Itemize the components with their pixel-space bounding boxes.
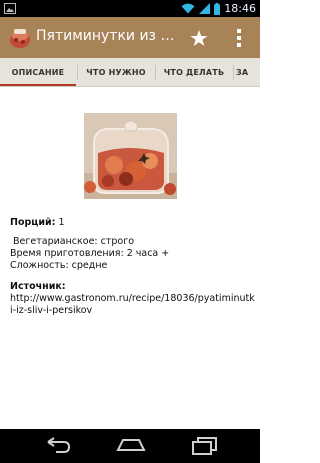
portions-value: 1 [58, 217, 65, 228]
battery-icon [214, 2, 221, 15]
portions-label: Порций: [10, 217, 56, 228]
status-time: 18:46 [224, 2, 256, 15]
tab-description[interactable]: ОПИСАНИЕ [0, 58, 76, 87]
recipe-details: Порций: 1 Вегетарианское: строго Время п… [10, 217, 255, 317]
app-icon[interactable] [8, 25, 32, 49]
cook-time-info: Время приготовления: 2 часа + [10, 248, 170, 259]
home-icon[interactable] [116, 436, 146, 456]
tab-ingredients[interactable]: ЧТО НУЖНО [78, 58, 154, 87]
navigation-bar [0, 429, 260, 463]
tab-more[interactable]: ЗА [234, 58, 260, 87]
status-bar: 18:46 [0, 0, 260, 17]
difficulty-info: Сложность: средне [10, 260, 108, 271]
tab-steps[interactable]: ЧТО ДЕЛАТЬ [156, 58, 232, 87]
vegetarian-info: Вегетарианское: строго [10, 236, 135, 247]
status-right: 18:46 [181, 1, 256, 16]
overflow-menu-icon[interactable] [228, 25, 250, 51]
signal-icon [199, 3, 211, 14]
dish-photo [84, 113, 177, 199]
star-icon[interactable] [188, 27, 210, 49]
tab-bar: ОПИСАНИЕ ЧТО НУЖНО ЧТО ДЕЛАТЬ ЗА [0, 58, 260, 87]
source-label: Источник: [10, 281, 66, 292]
content-area: Порций: 1 Вегетарианское: строго Время п… [0, 87, 260, 429]
portions-row: Порций: 1 [10, 217, 255, 229]
source-link[interactable]: http://www.gastronom.ru/recipe/18036/pya… [10, 293, 255, 317]
page-title: Пятиминутки из сли... [36, 28, 181, 44]
action-bar: Пятиминутки из сли... [0, 17, 260, 58]
image-icon [4, 3, 16, 14]
back-icon[interactable] [44, 436, 72, 456]
recent-apps-icon[interactable] [190, 436, 218, 456]
wifi-icon [181, 3, 195, 14]
